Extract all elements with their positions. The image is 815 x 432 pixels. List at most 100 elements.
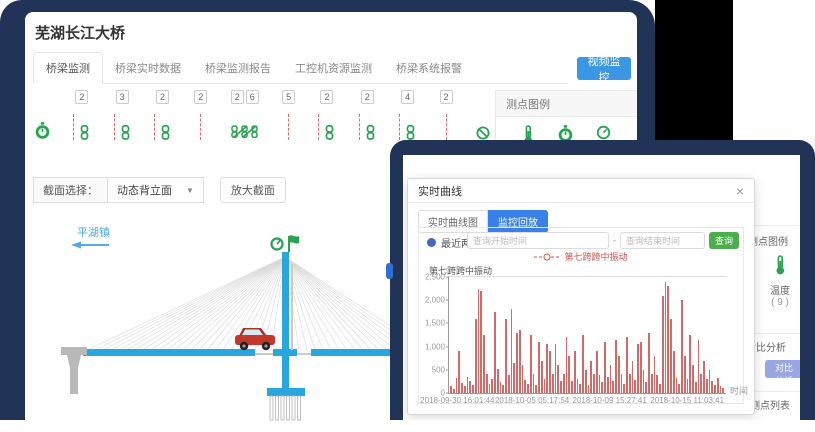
sensor-count-badge[interactable]: 2 (361, 90, 374, 104)
chart-bar (659, 384, 661, 393)
chain-icon[interactable] (120, 125, 131, 140)
y-axis-tick-label: 1,000 (425, 342, 445, 351)
sensor-count-badge[interactable]: 2 (440, 90, 453, 104)
chart-bar (684, 356, 686, 393)
query-start-time-input[interactable] (467, 232, 609, 249)
sensor-count-badge[interactable]: 2 (156, 90, 169, 104)
point-legend-title: 测点图例 (496, 91, 637, 117)
dialog-header: 实时曲线 × (408, 179, 754, 203)
chart-legend[interactable]: 第七跨跨中振动 (419, 250, 743, 263)
main-tab-1[interactable]: 桥梁实时数据 (103, 53, 193, 83)
sensor-count-badge[interactable]: 2 (194, 90, 207, 104)
chart-bar (516, 333, 518, 393)
chart-bar (626, 337, 628, 393)
chart-bar (538, 342, 540, 393)
flag-icon[interactable] (289, 235, 299, 252)
chart-bar (621, 374, 623, 393)
sensor-count-badge[interactable]: 2 (320, 90, 333, 104)
chart-bar (513, 363, 515, 393)
chart-bar (640, 342, 642, 393)
main-tab-3[interactable]: 工控机资源监测 (283, 53, 384, 83)
chart-bar (486, 374, 488, 393)
y-axis-tick (446, 300, 449, 301)
query-end-time-input[interactable] (620, 232, 705, 249)
chain-icon[interactable] (79, 125, 90, 140)
wind-speed-icon[interactable] (272, 239, 283, 250)
scrollbar-thumb[interactable] (386, 263, 393, 279)
sensor-group[interactable] (35, 90, 50, 140)
sensor-group[interactable]: 2 (73, 90, 90, 140)
sensor-group[interactable] (476, 90, 490, 140)
sensor-group[interactable]: 2 (440, 90, 453, 140)
close-icon[interactable]: × (736, 184, 744, 198)
sensor-group[interactable]: 2 (194, 90, 207, 140)
main-tab-0[interactable]: 桥梁监测 (33, 52, 103, 84)
chart-bar (648, 333, 650, 393)
chart-bar (689, 335, 691, 393)
compare-analysis-button[interactable]: 对比分析 (765, 360, 800, 378)
sensor-count-badge[interactable]: 4 (401, 90, 414, 104)
sensor-group[interactable]: 3 (114, 90, 131, 140)
chart-bar (450, 386, 452, 393)
sensor-count-badge[interactable]: 3 (116, 90, 129, 104)
temperature-legend-item[interactable]: 温度 ( 9 ) (755, 255, 800, 308)
stopwatch-icon[interactable] (35, 122, 50, 140)
legend-marker-icon (534, 253, 560, 261)
chart-bar (555, 344, 557, 393)
chart-bar (651, 374, 653, 393)
main-tab-2[interactable]: 桥梁监测报告 (193, 53, 283, 83)
sensor-group[interactable]: 2 (318, 90, 335, 140)
chart-bar (478, 289, 480, 393)
ban-icon[interactable] (476, 126, 490, 140)
chart-bar (527, 384, 529, 393)
chart-bar (687, 379, 689, 393)
chart-bar (599, 375, 601, 393)
chain-icon[interactable] (324, 125, 335, 140)
section-select-dropdown[interactable]: 动态背立面 ▼ (108, 177, 204, 203)
sensor-group[interactable]: 26 (231, 90, 259, 140)
sensor-group[interactable]: 4 (399, 90, 416, 140)
chart-bar (703, 361, 705, 393)
dashed-drop-line (73, 114, 74, 140)
query-button[interactable]: 查询 (709, 232, 739, 249)
deck-joint (255, 353, 273, 355)
chart-bar (711, 381, 713, 393)
chart-bar (610, 365, 612, 393)
sensor-count-badge[interactable]: 6 (246, 90, 259, 104)
dashed-drop-line (318, 114, 319, 140)
chart-bar (560, 381, 562, 393)
chart-bar (483, 335, 485, 393)
sensor-count-badge[interactable]: 2 (231, 90, 244, 104)
chart-bar (508, 375, 510, 393)
temperature-count: ( 9 ) (755, 297, 800, 308)
page-title: 芜湖长江大桥 (35, 22, 125, 43)
chart-bars (449, 277, 726, 393)
sensor-group[interactable]: 2 (359, 90, 376, 140)
enlarge-section-button[interactable]: 放大截面 (220, 177, 286, 203)
chart-bar (557, 365, 559, 393)
bridge-deck (83, 349, 255, 356)
chain-icon[interactable] (160, 125, 171, 140)
sensor-count-badges: 2 (156, 90, 169, 104)
sensor-count-badge[interactable]: 5 (282, 90, 295, 104)
y-axis-tick (446, 346, 449, 347)
chain-icon[interactable] (405, 125, 416, 140)
sensor-group[interactable]: 2 (154, 90, 171, 140)
chart-bar (629, 374, 631, 393)
chart-bar (568, 356, 570, 393)
chart-bar (706, 379, 708, 393)
sensor-count-badges: 26 (231, 90, 259, 104)
video-monitor-button[interactable]: 视频监控 (577, 57, 631, 80)
y-axis-tick (446, 277, 449, 278)
chain-group-icon[interactable] (231, 123, 259, 140)
x-axis-tick-label: 2018-10-05 05:17:54 (495, 396, 569, 405)
chain-icon[interactable] (365, 125, 376, 140)
sensor-group[interactable]: 5 (282, 90, 295, 140)
sensor-count-badge[interactable]: 2 (75, 90, 88, 104)
bridge-elevation-diagram[interactable] (53, 224, 433, 432)
legend-label: 第七跨跨中振动 (564, 250, 627, 263)
vibration-chart[interactable]: 时间 2,5002,0001,5001,00050002018-09-30 16… (448, 276, 726, 394)
main-tab-4[interactable]: 桥梁系统报警 (384, 53, 474, 83)
x-axis-tick-label: 2018-09-30 16:01:44 (420, 396, 494, 405)
chart-bar (667, 286, 669, 393)
